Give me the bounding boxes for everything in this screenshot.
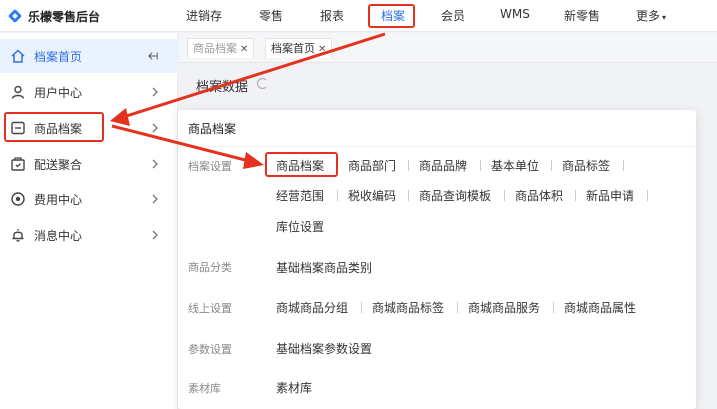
highlight-box-product-archive	[4, 112, 104, 142]
link-base-product-category[interactable]: 基础档案商品类别	[276, 259, 372, 276]
logo-icon	[8, 9, 22, 23]
link-tax-code[interactable]: 税收编码	[348, 187, 396, 204]
topnav-item-inventory[interactable]: 进销存	[186, 7, 222, 24]
group-label-archive-settings: 档案设置	[188, 160, 232, 173]
highlight-box-archive-tab	[368, 4, 415, 28]
link-product-brand[interactable]: 商品品牌	[419, 157, 467, 174]
link-mall-product-attribute[interactable]: 商城商品属性	[564, 299, 636, 316]
tab-label: 档案首页	[271, 42, 315, 55]
link-product-volume[interactable]: 商品体积	[515, 187, 563, 204]
topnav-item-wms[interactable]: WMS	[500, 7, 530, 21]
sidebar-item-archive-home[interactable]: 档案首页	[0, 39, 178, 73]
product-archive-dropdown: 商品档案 档案设置 商品档案 商品部门 商品品牌 基本单位 商品标签 经营范围 …	[178, 110, 696, 409]
collapse-icon[interactable]	[148, 51, 158, 61]
link-mall-product-group[interactable]: 商城商品分组	[276, 299, 348, 316]
separator	[551, 160, 552, 171]
page-title: 档案数据	[196, 80, 249, 95]
sidebar-item-label: 档案首页	[34, 49, 83, 64]
topnav-item-reports[interactable]: 报表	[320, 7, 344, 24]
link-material-library[interactable]: 素材库	[276, 379, 312, 396]
group-label-product-category: 商品分类	[188, 261, 232, 274]
close-icon[interactable]: ✕	[240, 44, 248, 55]
topnav-item-retail[interactable]: 零售	[259, 7, 283, 24]
sidebar-item-label: 消息中心	[34, 228, 83, 243]
separator	[457, 302, 458, 313]
sidebar-item-delivery[interactable]: 配送聚合	[0, 147, 178, 181]
link-product-tag[interactable]: 商品标签	[562, 157, 610, 174]
separator	[408, 160, 409, 171]
chevron-right-icon	[150, 87, 160, 97]
chevron-right-icon	[150, 230, 160, 240]
topnav-item-more[interactable]: 更多 ▾	[636, 7, 666, 24]
user-icon	[10, 84, 26, 100]
tab-label: 商品档案	[193, 42, 237, 55]
sidebar-item-cost-center[interactable]: 费用中心	[0, 182, 178, 216]
group-label-material-library: 素材库	[188, 382, 221, 395]
panel-header: 商品档案	[188, 122, 237, 136]
link-business-scope[interactable]: 经营范围	[276, 187, 324, 204]
group-label-online-settings: 线上设置	[188, 302, 232, 315]
refresh-icon[interactable]	[257, 78, 268, 89]
cost-icon	[10, 191, 26, 207]
home-icon	[10, 48, 26, 64]
link-base-archive-parameters[interactable]: 基础档案参数设置	[276, 340, 372, 357]
separator	[408, 190, 409, 201]
chevron-right-icon	[150, 159, 160, 169]
sidebar-item-label: 配送聚合	[34, 157, 83, 172]
separator	[575, 190, 576, 201]
close-icon[interactable]: ✕	[318, 44, 326, 55]
group-label-parameter-settings: 参数设置	[188, 343, 232, 356]
sidebar-item-label: 用户中心	[34, 85, 83, 100]
sidebar-item-message-center[interactable]: 消息中心	[0, 218, 178, 252]
logo[interactable]: 乐檬零售后台	[8, 7, 100, 25]
link-product-department[interactable]: 商品部门	[348, 157, 396, 174]
logo-text: 乐檬零售后台	[28, 9, 101, 24]
highlight-box-product-archive-link	[265, 152, 338, 177]
bell-icon	[10, 227, 26, 243]
link-location-settings[interactable]: 库位设置	[276, 218, 324, 235]
tabs-bar: 商品档案 ✕ 档案首页 ✕	[179, 33, 717, 63]
chevron-down-icon: ▾	[662, 13, 667, 22]
sidebar-item-label: 费用中心	[34, 192, 83, 207]
separator	[647, 190, 648, 201]
separator	[480, 160, 481, 171]
separator	[553, 302, 554, 313]
link-mall-product-service[interactable]: 商城商品服务	[468, 299, 540, 316]
divider	[178, 146, 696, 147]
separator	[623, 160, 624, 171]
delivery-icon	[10, 156, 26, 172]
separator	[361, 302, 362, 313]
link-new-product-request[interactable]: 新品申请	[586, 187, 634, 204]
chevron-right-icon	[150, 123, 160, 133]
chevron-right-icon	[150, 194, 160, 204]
link-base-unit[interactable]: 基本单位	[491, 157, 539, 174]
tab-product-archive[interactable]: 商品档案 ✕	[187, 38, 255, 58]
separator	[504, 190, 505, 201]
topnav-item-members[interactable]: 会员	[441, 7, 465, 24]
topnav-item-new-retail[interactable]: 新零售	[564, 7, 600, 24]
link-mall-product-tag[interactable]: 商城商品标签	[372, 299, 444, 316]
topnav-more-label: 更多	[636, 9, 661, 23]
sidebar-item-user-center[interactable]: 用户中心	[0, 75, 178, 109]
separator	[337, 190, 338, 201]
top-bar: 乐檬零售后台 进销存 零售 报表 档案 会员 WMS 新零售 更多 ▾	[0, 0, 717, 32]
tab-archive-home[interactable]: 档案首页 ✕	[265, 38, 333, 58]
link-product-query-template[interactable]: 商品查询模板	[419, 187, 491, 204]
sidebar: 档案首页 用户中心 商品档案 配送聚合 费用中心 消息中心	[0, 33, 178, 409]
